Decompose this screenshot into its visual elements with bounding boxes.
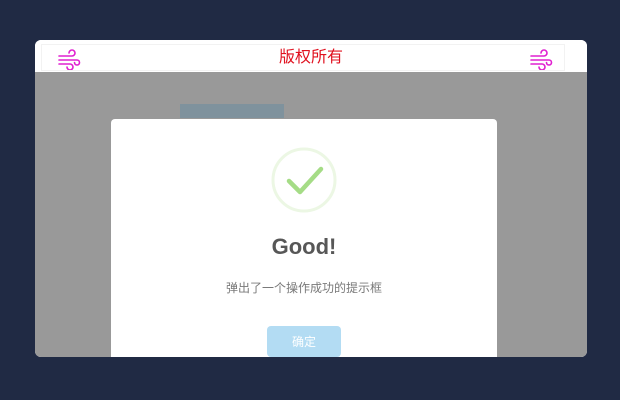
- dialog-title: Good!: [271, 234, 337, 259]
- app-window: 版权所有 Good! 弹出了一个操作成功的提示框 确定: [35, 40, 587, 357]
- background-block: [180, 104, 284, 118]
- success-check-icon: [271, 147, 337, 213]
- success-dialog: Good! 弹出了一个操作成功的提示框 确定: [111, 119, 497, 357]
- header-bar: 版权所有: [35, 40, 587, 72]
- wind-icon[interactable]: [529, 48, 553, 70]
- dialog-message: 弹出了一个操作成功的提示框: [225, 281, 382, 295]
- modal-overlay[interactable]: Good! 弹出了一个操作成功的提示框 确定: [35, 72, 587, 357]
- confirm-button[interactable]: 确定: [267, 326, 341, 357]
- page-title: 版权所有: [278, 47, 343, 66]
